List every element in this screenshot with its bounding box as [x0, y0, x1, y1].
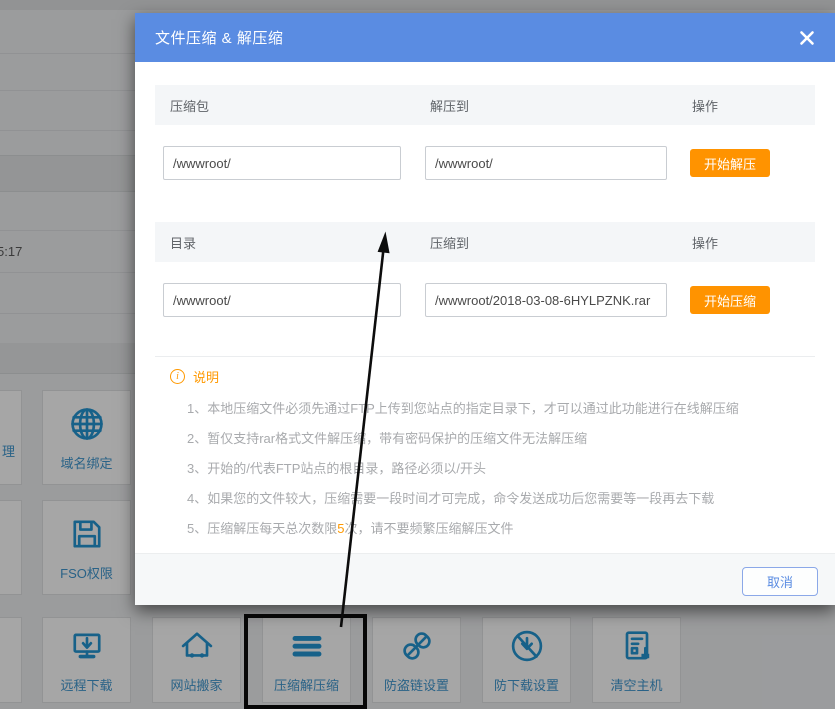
note-item-5-prefix: 5、压缩解压每天总次数限: [187, 521, 337, 536]
cancel-button[interactable]: 取消: [742, 567, 818, 596]
compress-col-action: 操作: [692, 233, 718, 252]
extract-col-package: 压缩包: [170, 96, 209, 115]
compress-col-target: 压缩到: [430, 233, 469, 252]
start-compress-button[interactable]: 开始压缩: [690, 286, 770, 314]
compress-col-dir: 目录: [170, 233, 196, 252]
compress-target-input[interactable]: [425, 283, 667, 317]
dialog-header: 文件压缩 & 解压缩: [135, 13, 835, 62]
extract-package-input[interactable]: [163, 146, 401, 180]
note-item-5-suffix: 次，请不要频繁压缩解压文件: [344, 521, 513, 536]
notes-divider: [155, 356, 815, 357]
extract-section-header: 压缩包 解压到 操作: [155, 85, 815, 125]
extract-col-target: 解压到: [430, 96, 469, 115]
compress-dir-input[interactable]: [163, 283, 401, 317]
dialog-title: 文件压缩 & 解压缩: [155, 27, 283, 48]
note-item-5: 5、压缩解压每天总次数限5次，请不要频繁压缩解压文件: [187, 518, 513, 537]
info-circle-icon: i: [170, 369, 185, 384]
notes-header: i 说明: [170, 367, 219, 386]
compress-decompress-dialog: 文件压缩 & 解压缩 压缩包 解压到 操作 开始解压 目录 压缩到 操作 开始压…: [135, 13, 835, 605]
note-item-2: 2、暂仅支持rar格式文件解压缩，带有密码保护的压缩文件无法解压缩: [187, 428, 587, 447]
note-item-3: 3、开始的/代表FTP站点的根目录，路径必须以/开头: [187, 458, 486, 477]
notes-title-label: 说明: [193, 367, 219, 386]
dialog-footer: 取消: [135, 553, 835, 605]
note-item-4: 4、如果您的文件较大，压缩需要一段时间才可完成，命令发送成功后您需要等一段再去下…: [187, 488, 714, 507]
extract-target-input[interactable]: [425, 146, 667, 180]
start-extract-button[interactable]: 开始解压: [690, 149, 770, 177]
close-icon[interactable]: [799, 30, 815, 46]
extract-col-action: 操作: [692, 96, 718, 115]
compress-section-header: 目录 压缩到 操作: [155, 222, 815, 262]
note-item-1: 1、本地压缩文件必须先通过FTP上传到您站点的指定目录下，才可以通过此功能进行在…: [187, 398, 739, 417]
